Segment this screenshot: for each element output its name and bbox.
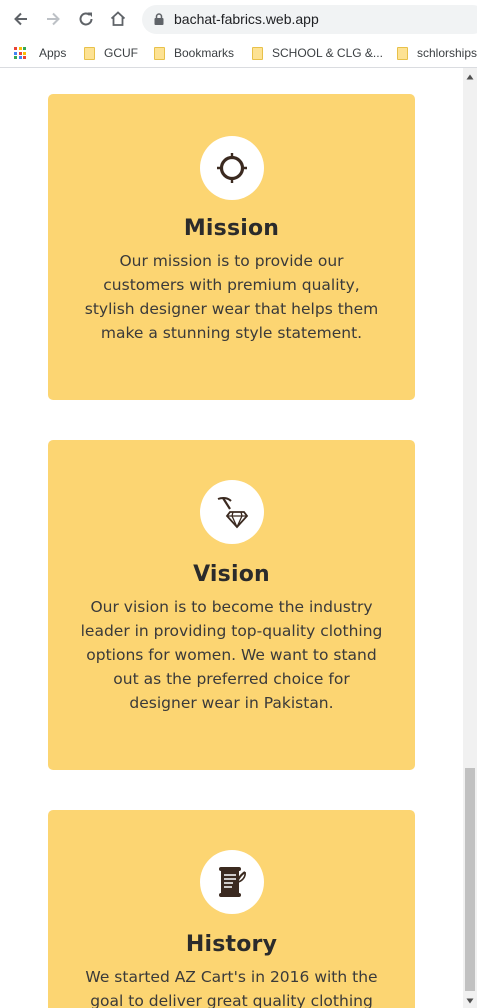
apps-grid-icon bbox=[14, 47, 26, 59]
scroll-quill-icon bbox=[219, 867, 246, 897]
vision-text: Our vision is to become the industry lea… bbox=[80, 598, 383, 712]
bookmark-schlorships[interactable]: schlorships bbox=[397, 44, 477, 62]
folder-icon bbox=[252, 46, 263, 60]
folder-icon bbox=[84, 46, 95, 60]
mission-text: Our mission is to provide our customers … bbox=[84, 252, 379, 342]
reload-button[interactable] bbox=[75, 8, 97, 30]
compass-icon bbox=[217, 153, 247, 183]
page-content: Mission Our mission is to provide our cu… bbox=[0, 68, 463, 1008]
bookmark-gcuf[interactable]: GCUF bbox=[84, 44, 138, 62]
history-title: History bbox=[185, 932, 278, 957]
bookmark-school-clg[interactable]: SCHOOL & CLG &... bbox=[252, 44, 383, 62]
folder-icon bbox=[397, 46, 408, 60]
bookmark-label: Apps bbox=[39, 46, 67, 60]
scroll-up-arrow-icon[interactable] bbox=[466, 74, 474, 80]
bookmark-bookmarks[interactable]: Bookmarks bbox=[154, 44, 234, 62]
home-icon bbox=[110, 11, 126, 26]
vision-icon-badge bbox=[200, 480, 264, 544]
scroll-down-arrow-icon[interactable] bbox=[466, 998, 474, 1004]
history-icon-badge bbox=[200, 850, 264, 914]
bookmark-apps[interactable]: Apps bbox=[14, 44, 66, 62]
forward-button[interactable] bbox=[42, 8, 64, 30]
page-scrollbar[interactable] bbox=[463, 68, 477, 1008]
diamond-pickaxe-icon bbox=[217, 496, 249, 529]
vision-card: Vision Our vision is to become the indus… bbox=[48, 440, 415, 770]
folder-icon bbox=[154, 46, 165, 60]
history-card: History We started AZ Cart's in 2016 wit… bbox=[48, 810, 415, 1008]
home-button[interactable] bbox=[107, 8, 129, 30]
history-text: We started AZ Cart's in 2016 with the go… bbox=[85, 968, 378, 1008]
mission-card: Mission Our mission is to provide our cu… bbox=[48, 94, 415, 400]
bookmark-label: Bookmarks bbox=[174, 46, 235, 60]
bookmarks-bar: Apps GCUF Bookmarks SCHOOL & CLG &... sc… bbox=[0, 39, 477, 68]
arrow-left-icon bbox=[14, 12, 27, 26]
arrow-right-icon bbox=[47, 12, 60, 26]
mission-title: Mission bbox=[183, 216, 280, 241]
reload-icon bbox=[79, 12, 93, 26]
url-text: bachat-fabrics.web.app bbox=[174, 11, 319, 27]
bookmark-label: SCHOOL & CLG &... bbox=[272, 46, 383, 60]
bookmark-label: schlorships bbox=[417, 46, 477, 60]
browser-toolbar: bachat-fabrics.web.app bbox=[0, 0, 477, 39]
vision-title: Vision bbox=[193, 562, 270, 587]
address-bar[interactable]: bachat-fabrics.web.app bbox=[142, 5, 477, 34]
back-button[interactable] bbox=[10, 8, 32, 30]
bookmark-label: GCUF bbox=[104, 46, 138, 60]
scrollbar-thumb[interactable] bbox=[465, 768, 475, 991]
mission-icon-badge bbox=[200, 136, 264, 200]
lock-icon bbox=[154, 13, 164, 25]
